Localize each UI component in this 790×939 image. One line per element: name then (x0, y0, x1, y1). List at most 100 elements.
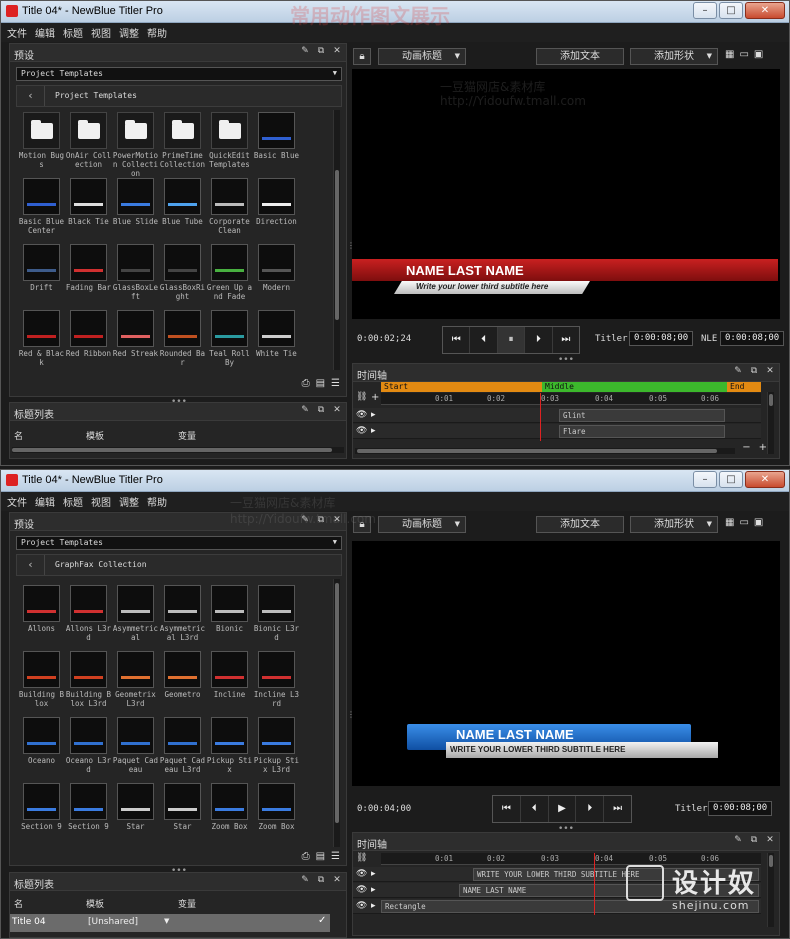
timeline-hscroll[interactable] (355, 448, 735, 454)
preset-type-dropdown[interactable]: 动画标题 ▼ (378, 516, 466, 533)
preset-tile[interactable]: Incline (206, 651, 253, 717)
col-name[interactable]: 名 (14, 897, 23, 910)
save-preset-icon[interactable]: ⎙ (302, 378, 310, 389)
link-icon[interactable]: ⛓ (356, 853, 367, 863)
grid-icon[interactable]: ▦ (725, 517, 734, 528)
col-name[interactable]: 名 (14, 429, 23, 442)
skip-end-icon[interactable]: ⏭ (553, 327, 579, 353)
panel-close-icon[interactable]: ✕ (332, 46, 342, 56)
preset-tile[interactable]: Asymmetrical (112, 585, 159, 651)
list-view-icon[interactable]: ☰ (331, 378, 340, 389)
pin-icon[interactable]: ✎ (300, 875, 310, 885)
back-arrow-icon[interactable]: ‹ (17, 86, 45, 106)
eye-icon[interactable]: 👁︎ (356, 410, 367, 420)
col-template[interactable]: 模板 (86, 429, 104, 442)
menu-file[interactable]: 文件 (7, 25, 27, 40)
clip-glint[interactable]: Glint (559, 409, 725, 422)
menu-adjust[interactable]: 调整 (119, 25, 139, 40)
vertical-splitter[interactable]: ⋮ (347, 710, 355, 724)
float-icon[interactable]: ⧉ (316, 405, 326, 415)
preset-tile[interactable]: Blue Slide (112, 178, 159, 244)
pin-icon[interactable]: ✎ (300, 515, 310, 525)
preset-tile[interactable]: Allons L3rd (65, 585, 112, 651)
timeline-ruler[interactable]: 0:01 0:02 0:03 0:04 0:05 0:06 (381, 393, 761, 405)
pin-icon[interactable]: ✎ (300, 405, 310, 415)
menu-view[interactable]: 视图 (91, 25, 111, 40)
eye-icon[interactable]: 👁︎ (356, 885, 367, 895)
title-list-scrollbar[interactable] (12, 447, 344, 453)
safe-area-icon[interactable]: ▭ (739, 517, 748, 528)
preset-tile[interactable]: PowerMotion Collection (112, 112, 159, 178)
preset-tile[interactable]: Zoom Box (253, 783, 300, 849)
presets-scrollbar[interactable] (333, 579, 340, 847)
back-arrow-icon[interactable]: ‹ (17, 555, 45, 575)
col-variables[interactable]: 变量 (178, 897, 196, 910)
safe-area-icon[interactable]: ▭ (739, 49, 748, 60)
skip-start-icon[interactable]: ⏮ (493, 796, 521, 822)
timeline-scrollbar[interactable] (767, 392, 774, 454)
preset-tile[interactable]: Red Ribbon (65, 310, 112, 376)
preset-tile[interactable]: Star (159, 783, 206, 849)
pause-icon[interactable]: ⏸ (497, 327, 526, 353)
template-dropdown[interactable]: Project Templates ▼ (16, 67, 342, 81)
titler-duration[interactable]: 0:00:08;00 (629, 331, 694, 346)
close-button[interactable]: ✕ (745, 2, 785, 19)
preset-tile[interactable]: Drift (18, 244, 65, 310)
skip-start-icon[interactable]: ⏮ (443, 327, 471, 353)
preset-tile[interactable]: Red & Black (18, 310, 65, 376)
preset-tile[interactable]: Asymmetrical L3rd (159, 585, 206, 651)
panel-close-icon[interactable]: ✕ (765, 835, 775, 845)
eye-icon[interactable]: 👁︎ (356, 901, 367, 911)
monitor-icon[interactable]: ▣ (754, 517, 763, 528)
checkmark-icon[interactable]: ✓ (318, 915, 326, 926)
preset-tile[interactable]: Oceano (18, 717, 65, 783)
step-forward-icon[interactable]: ⏵ (576, 796, 605, 822)
preset-type-dropdown[interactable]: 动画标题 ▼ (378, 48, 466, 65)
presets-scrollbar[interactable] (333, 110, 340, 370)
preset-tile[interactable]: Blue Tube (159, 178, 206, 244)
preset-tile[interactable]: Bionic (206, 585, 253, 651)
expand-icon[interactable]: ▸ (371, 901, 376, 911)
scroll-thumb[interactable] (769, 394, 773, 406)
preset-tile[interactable]: Bionic L3rd (253, 585, 300, 651)
expand-icon[interactable]: ▸ (371, 426, 376, 436)
list-view-icon[interactable]: ☰ (331, 851, 340, 862)
clip-flare[interactable]: Flare (559, 425, 725, 438)
panel-close-icon[interactable]: ✕ (332, 875, 342, 885)
expand-icon[interactable]: ▸ (371, 410, 376, 420)
preset-tile[interactable]: Building Blox L3rd (65, 651, 112, 717)
scroll-thumb[interactable] (12, 448, 332, 452)
menu-adjust[interactable]: 调整 (119, 494, 139, 509)
lower-third-subtitle[interactable]: WRITE YOUR LOWER THIRD SUBTITLE HERE (450, 745, 625, 754)
track-row[interactable]: 👁︎ ▸ Flare (353, 424, 761, 439)
preset-tile[interactable]: Geometro (159, 651, 206, 717)
preset-tile[interactable]: Direction (253, 178, 300, 244)
folder-icon[interactable]: ▤ (316, 851, 325, 862)
panel-close-icon[interactable]: ✕ (332, 515, 342, 525)
panel-close-icon[interactable]: ✕ (332, 405, 342, 415)
expand-icon[interactable]: ▸ (371, 869, 376, 879)
preset-tile[interactable]: Incline L3rd (253, 651, 300, 717)
preset-tile[interactable]: Basic Blue (253, 112, 300, 178)
menu-edit[interactable]: 编辑 (35, 25, 55, 40)
preset-tile[interactable]: Section 9 (18, 783, 65, 849)
preset-tile[interactable]: Green Up and Fade (206, 244, 253, 310)
float-icon[interactable]: ⧉ (316, 875, 326, 885)
scroll-thumb[interactable] (357, 449, 717, 453)
lower-third-name[interactable]: NAME LAST NAME (456, 727, 574, 742)
segment-middle[interactable]: Middle (542, 382, 727, 392)
pin-icon[interactable]: ✎ (300, 46, 310, 56)
lock-icon[interactable]: 🔒︎ (353, 48, 371, 65)
preset-tile[interactable]: Teal Roll By (206, 310, 253, 376)
eye-icon[interactable]: 👁︎ (356, 869, 367, 879)
template-dropdown[interactable]: Project Templates ▼ (16, 536, 342, 550)
scroll-thumb[interactable] (335, 170, 339, 320)
preset-tile[interactable]: Fading Bar (65, 244, 112, 310)
preset-tile[interactable]: Corporate Clean (206, 178, 253, 244)
step-back-icon[interactable]: ⏴ (521, 796, 549, 822)
preset-tile[interactable]: Pickup Stix L3rd (253, 717, 300, 783)
preset-tile[interactable]: PrimeTime Collection (159, 112, 206, 178)
preset-tile[interactable]: Section 9 (65, 783, 112, 849)
preset-tile[interactable]: QuickEdit Templates (206, 112, 253, 178)
preset-tile[interactable]: OnAir Collection (65, 112, 112, 178)
